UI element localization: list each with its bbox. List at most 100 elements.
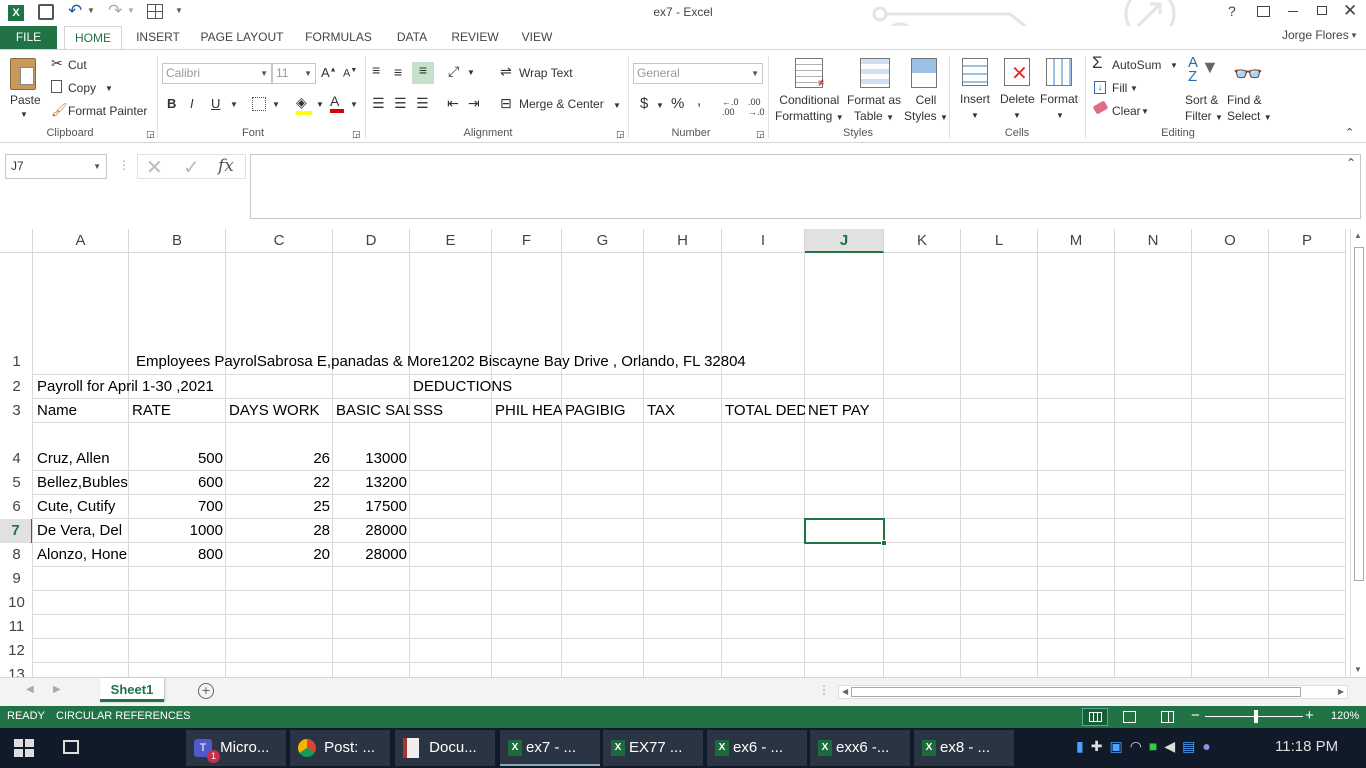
align-center-icon[interactable]: ☰ bbox=[394, 95, 407, 112]
row-header-12[interactable]: 12 bbox=[0, 639, 33, 663]
insert-cells-button[interactable]: Insert bbox=[960, 92, 990, 106]
sort-filter-button[interactable]: Sort & Filter ▼ bbox=[1185, 92, 1223, 126]
cell-basic[interactable]: 13200 bbox=[333, 471, 410, 495]
tray-teams-icon[interactable]: ● bbox=[1202, 738, 1217, 754]
cut-icon[interactable]: ✂ bbox=[51, 55, 63, 72]
tray-fx-icon[interactable]: ▤ bbox=[1182, 738, 1202, 754]
row-header-13[interactable]: 13 bbox=[0, 663, 33, 677]
cell-rate[interactable]: 800 bbox=[129, 543, 226, 567]
cell-name[interactable]: Bellez,Bubles bbox=[34, 471, 129, 495]
cell-basic[interactable]: 28000 bbox=[333, 519, 410, 543]
close-icon[interactable]: ✕ bbox=[1343, 1, 1357, 21]
fill-color-icon[interactable]: ◈ bbox=[296, 94, 312, 115]
alignment-launcher-icon[interactable]: ◲ bbox=[616, 129, 625, 140]
vertical-scroll-thumb[interactable] bbox=[1354, 247, 1364, 581]
borders-icon[interactable] bbox=[252, 97, 266, 111]
taskbar-ex6[interactable]: Xex6 - ... bbox=[707, 730, 807, 766]
column-header-a[interactable]: A bbox=[33, 229, 129, 253]
autosum-dropdown-icon[interactable]: ▼ bbox=[1170, 61, 1178, 70]
tab-review[interactable]: REVIEW bbox=[446, 26, 504, 50]
autosum-button[interactable]: AutoSum bbox=[1112, 58, 1161, 72]
cell-name[interactable]: De Vera, Del bbox=[34, 519, 129, 543]
normal-view-icon[interactable] bbox=[1082, 708, 1108, 726]
tab-file[interactable]: FILE bbox=[0, 26, 57, 50]
user-dropdown-icon[interactable]: ▼ bbox=[1350, 31, 1358, 40]
column-header-h[interactable]: H bbox=[644, 229, 722, 253]
row-header-8[interactable]: 8 bbox=[0, 543, 33, 567]
column-header-f[interactable]: F bbox=[492, 229, 562, 253]
taskbar-document[interactable]: Docu... bbox=[395, 730, 495, 766]
cell-e2[interactable]: DEDUCTIONS bbox=[410, 375, 515, 399]
zoom-in-icon[interactable]: + bbox=[1305, 707, 1314, 724]
number-launcher-icon[interactable]: ◲ bbox=[756, 129, 765, 140]
cancel-formula-icon[interactable]: ✕ bbox=[146, 155, 163, 180]
format-dropdown-icon[interactable]: ▼ bbox=[1056, 111, 1064, 120]
align-bottom-icon[interactable]: ≡ bbox=[412, 62, 434, 84]
fill-dropdown-icon[interactable]: ▼ bbox=[1130, 84, 1138, 93]
taskbar-exx6[interactable]: Xexx6 -... bbox=[810, 730, 910, 766]
paste-button[interactable]: Paste bbox=[10, 93, 41, 107]
tab-data[interactable]: DATA bbox=[390, 26, 434, 50]
insert-function-icon[interactable]: fx bbox=[218, 156, 234, 176]
column-header-c[interactable]: C bbox=[226, 229, 333, 253]
row-header-5[interactable]: 5 bbox=[0, 471, 33, 495]
clock-time[interactable]: 11:18 PM bbox=[1275, 738, 1338, 755]
fill-color-dropdown-icon[interactable]: ▼ bbox=[316, 100, 324, 109]
redo-icon[interactable]: ↷ bbox=[108, 1, 122, 21]
minimize-icon[interactable] bbox=[1288, 11, 1298, 12]
font-name-combo[interactable]: Calibri ▼ bbox=[162, 63, 272, 84]
merge-center-button[interactable]: Merge & Center bbox=[519, 97, 604, 111]
column-header-j[interactable]: J bbox=[805, 229, 884, 253]
copy-dropdown-icon[interactable]: ▼ bbox=[105, 84, 113, 93]
formula-input[interactable] bbox=[250, 154, 1361, 219]
format-as-table-button[interactable]: Format as Table ▼ bbox=[847, 92, 901, 126]
column-header-g[interactable]: G bbox=[562, 229, 644, 253]
conditional-formatting-icon[interactable]: ≠ bbox=[795, 58, 824, 89]
column-header-e[interactable]: E bbox=[410, 229, 492, 253]
redo-dropdown-icon[interactable]: ▼ bbox=[127, 6, 135, 15]
sheet-prev-icon[interactable]: ◀ bbox=[26, 684, 34, 695]
paste-icon[interactable] bbox=[10, 58, 36, 90]
cell-name[interactable]: Cute, Cutify bbox=[34, 495, 129, 519]
comma-button[interactable]: , bbox=[697, 92, 701, 109]
copy-icon[interactable] bbox=[51, 80, 62, 93]
taskbar-ex8[interactable]: Xex8 - ... bbox=[914, 730, 1014, 766]
cell-days[interactable]: 26 bbox=[226, 447, 333, 471]
header-days-work[interactable]: DAYS WORK bbox=[226, 399, 333, 423]
increase-indent-icon[interactable]: ⇥ bbox=[468, 95, 480, 112]
select-all-corner[interactable] bbox=[0, 229, 33, 253]
row-header-3[interactable]: 3 bbox=[0, 399, 33, 423]
copy-button[interactable]: Copy bbox=[68, 81, 96, 95]
delete-cells-button[interactable]: Delete bbox=[1000, 92, 1035, 106]
font-color-icon[interactable]: A bbox=[330, 93, 344, 113]
cell-basic[interactable]: 28000 bbox=[333, 543, 410, 567]
header-phil-hea[interactable]: PHIL HEA bbox=[492, 399, 562, 423]
help-icon[interactable]: ? bbox=[1228, 3, 1236, 19]
clear-dropdown-icon[interactable]: ▼ bbox=[1141, 107, 1149, 116]
align-top-icon[interactable]: ≡ bbox=[372, 62, 380, 78]
clipboard-launcher-icon[interactable]: ◲ bbox=[146, 129, 155, 140]
fill-button[interactable]: Fill bbox=[1112, 81, 1127, 95]
scroll-up-icon[interactable]: ▲ bbox=[1354, 231, 1362, 240]
header-basic-sal[interactable]: BASIC SAL bbox=[333, 399, 410, 423]
decrease-indent-icon[interactable]: ⇤ bbox=[447, 95, 459, 112]
header-rate[interactable]: RATE bbox=[129, 399, 226, 423]
tab-view[interactable]: VIEW bbox=[516, 26, 558, 50]
underline-button[interactable]: U bbox=[211, 96, 220, 111]
collapse-formula-bar-icon[interactable]: ⌃ bbox=[1346, 156, 1356, 170]
taskbar-ex77[interactable]: X EX77 ... bbox=[603, 730, 703, 766]
cut-button[interactable]: Cut bbox=[68, 58, 87, 72]
row-header-2[interactable]: 2 bbox=[0, 375, 33, 399]
font-color-dropdown-icon[interactable]: ▼ bbox=[350, 100, 358, 109]
clear-button[interactable]: Clear bbox=[1112, 104, 1141, 118]
taskbar-chrome[interactable]: Post: ... bbox=[290, 730, 390, 766]
customize-toolbar-icon[interactable]: ▼ bbox=[175, 6, 183, 15]
tray-app-icon[interactable]: ▮ bbox=[1076, 738, 1091, 754]
scroll-right-icon[interactable]: ▶ bbox=[1338, 687, 1344, 696]
ribbon-display-icon[interactable] bbox=[1257, 6, 1270, 17]
user-name[interactable]: Jorge Flores bbox=[1282, 28, 1349, 42]
row-header-9[interactable]: 9 bbox=[0, 567, 33, 591]
decrease-font-icon[interactable]: A▼ bbox=[343, 67, 357, 80]
page-break-view-icon[interactable] bbox=[1161, 711, 1174, 723]
font-size-combo[interactable]: 11 ▼ bbox=[272, 63, 316, 84]
